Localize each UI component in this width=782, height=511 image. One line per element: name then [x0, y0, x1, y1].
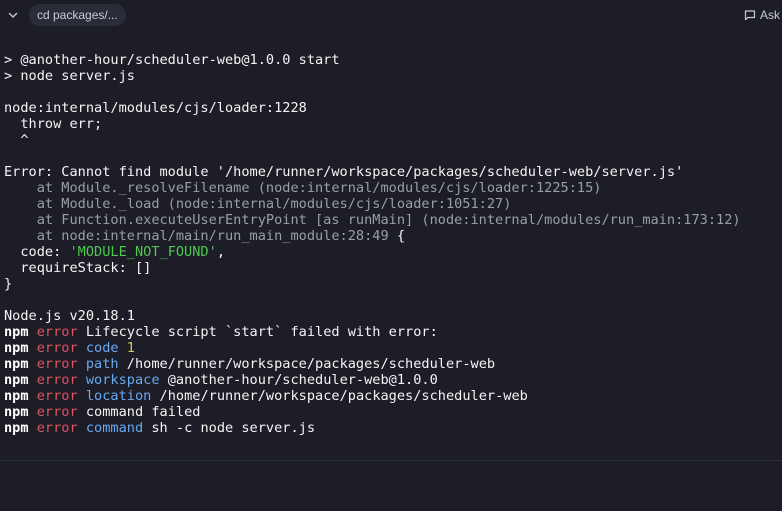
loader-line: node:internal/modules/cjs/loader:1228 — [4, 100, 307, 116]
caret-line: ^ — [4, 132, 29, 148]
command-tab[interactable]: cd packages/... — [29, 4, 126, 26]
chevron-down-icon[interactable] — [4, 6, 22, 24]
open-brace: { — [388, 228, 406, 244]
code-line: code: 'MODULE_NOT_FOUND', — [4, 244, 782, 260]
npm-prefix: npm — [4, 324, 29, 340]
require-stack-line: requireStack: [] — [4, 260, 152, 276]
stack-frame: at node:internal/main/run_main_module:28… — [4, 228, 389, 244]
npm-prefix: npm — [4, 404, 29, 420]
npm-key: workspace — [77, 372, 160, 388]
stack-frame-row: at node:internal/main/run_main_module:28… — [4, 228, 782, 244]
npm-level: error — [36, 420, 78, 436]
npm-prefix: npm — [4, 420, 29, 436]
npm-error-line: npm error code 1 — [4, 340, 782, 356]
npm-error-line: npm error workspace @another-hour/schedu… — [4, 372, 782, 388]
ask-button[interactable]: Ask — [744, 7, 780, 23]
npm-prefix: npm — [4, 372, 29, 388]
stack-frame: at Module._resolveFilename (node:interna… — [4, 180, 602, 196]
stack-frame: at Function.executeUserEntryPoint [as ru… — [4, 212, 741, 228]
npm-level: error — [36, 340, 78, 356]
npm-error-line: npm error command failed — [4, 404, 782, 420]
throw-line: throw err; — [4, 116, 103, 132]
console-panel: cd packages/... Ask > @another-hour/sche… — [0, 0, 782, 511]
npm-prefix: npm — [4, 356, 29, 372]
npm-prefix: npm — [4, 388, 29, 404]
npm-level: error — [36, 404, 78, 420]
ask-label: Ask — [760, 8, 781, 22]
error-message: Error: Cannot find module '/home/runner/… — [4, 164, 684, 180]
divider — [0, 460, 782, 461]
npm-error-line: npm error command sh -c node server.js — [4, 420, 782, 436]
npm-value: sh -c node server.js — [143, 420, 316, 436]
npm-prefix: npm — [4, 340, 29, 356]
code-value: 'MODULE_NOT_FOUND' — [69, 244, 217, 260]
npm-level: error — [36, 324, 78, 340]
npm-value: 1 — [118, 340, 135, 356]
npm-value: Lifecycle script `start` failed with err… — [77, 324, 438, 340]
npm-error-line: npm error Lifecycle script `start` faile… — [4, 324, 782, 340]
npm-value: /home/runner/workspace/packages/schedule… — [118, 356, 496, 372]
npm-value: /home/runner/workspace/packages/schedule… — [151, 388, 528, 404]
stack-frame: at Module._load (node:internal/modules/c… — [4, 196, 512, 212]
npm-error-line: npm error location /home/runner/workspac… — [4, 388, 782, 404]
npm-value: @another-hour/scheduler-web@1.0.0 — [159, 372, 438, 388]
npm-level: error — [36, 372, 78, 388]
npm-key: code — [77, 340, 119, 356]
chat-bubble-icon — [744, 10, 756, 21]
prompt-line: > @another-hour/scheduler-web@1.0.0 star… — [4, 52, 340, 68]
node-version: Node.js v20.18.1 — [4, 308, 135, 324]
code-key: code: — [4, 244, 70, 260]
terminal-output[interactable]: > @another-hour/scheduler-web@1.0.0 star… — [0, 52, 782, 460]
npm-error-line: npm error path /home/runner/workspace/pa… — [4, 356, 782, 372]
console-header: cd packages/... Ask — [0, 0, 782, 30]
close-brace: } — [4, 276, 13, 292]
code-comma: , — [216, 244, 225, 260]
npm-key: command — [77, 420, 144, 436]
npm-key: path — [77, 356, 119, 372]
npm-key: location — [77, 388, 152, 404]
npm-value: command failed — [77, 404, 201, 420]
npm-level: error — [36, 356, 78, 372]
prompt-line: > node server.js — [4, 68, 135, 84]
npm-level: error — [36, 388, 78, 404]
